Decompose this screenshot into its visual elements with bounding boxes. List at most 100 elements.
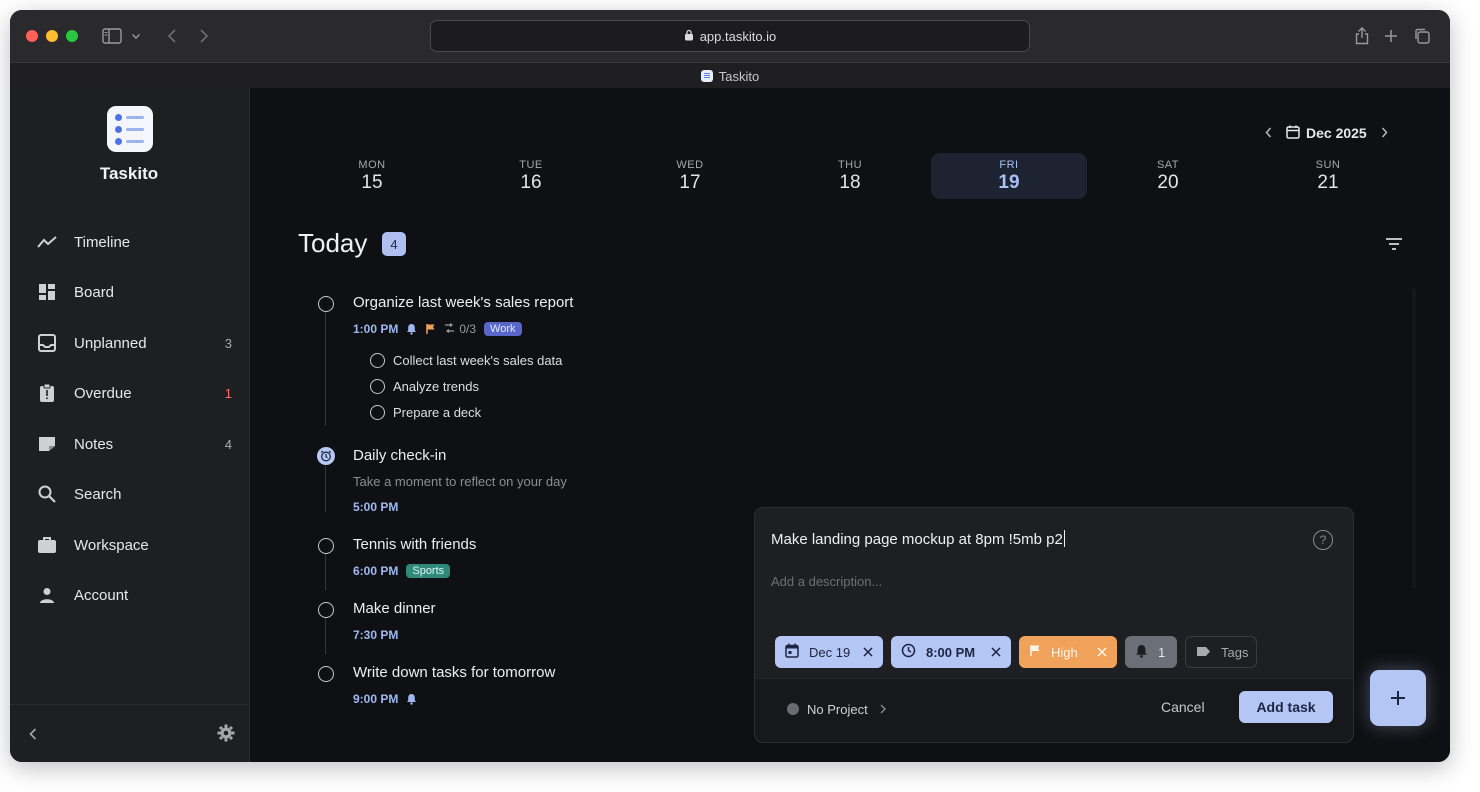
project-selector[interactable]: No Project [787,699,886,719]
reminder-chip[interactable]: 1 [1125,636,1177,668]
day-date: 18 [839,171,861,193]
tag-badge[interactable]: Work [484,322,522,336]
day-mon[interactable]: MON 15 [294,153,450,199]
task-time: 1:00 PM [353,322,399,336]
due-date-chip[interactable]: Dec 19 [775,636,883,668]
browser-window: app.taskito.io Taskito Taskito Timeline … [10,10,1450,762]
sidebar-item-label: Unplanned [74,334,147,352]
scrollbar[interactable] [1412,288,1416,588]
priority-chip[interactable]: High [1019,636,1117,668]
time-chip[interactable]: 8:00 PM [891,636,1011,668]
subtask-title[interactable]: Analyze trends [393,379,479,394]
month-picker[interactable]: Dec 2025 [1286,125,1367,142]
cancel-button[interactable]: Cancel [1161,699,1205,719]
task-connector [325,618,326,654]
sidebar-item-label: Notes [74,435,114,453]
flag-icon [1029,644,1041,660]
task-title[interactable]: Organize last week's sales report [353,294,573,311]
briefcase-icon [36,534,58,556]
zoom-window-button[interactable] [66,30,78,42]
new-tab-icon[interactable] [1379,24,1403,48]
main-panel: Dec 2025 MON 15 TUE 16 WED 17 THU 18 FRI 19 S… [250,88,1450,762]
alarm-clock-icon[interactable] [317,447,335,465]
task-title[interactable]: Tennis with friends [353,536,476,553]
help-icon[interactable]: ? [1313,530,1333,550]
active-tab[interactable]: Taskito [10,63,1450,89]
task-title[interactable]: Make dinner [353,600,436,617]
day-fri-selected[interactable]: FRI 19 [931,153,1087,199]
tab-overview-icon[interactable] [1410,24,1434,48]
day-thu[interactable]: THU 18 [772,153,928,199]
sidebar-item-timeline[interactable]: Timeline [36,224,232,260]
subtask-checkbox[interactable] [370,353,385,368]
sidebar-item-board[interactable]: Board [36,274,232,310]
task-checkbox[interactable] [318,538,334,554]
sidebar-item-label: Overdue [74,384,132,402]
filter-icon[interactable] [1382,232,1406,256]
address-bar[interactable]: app.taskito.io [430,20,1030,52]
new-task-fab-button[interactable] [1370,670,1426,726]
sidebar-item-search[interactable]: Search [36,476,232,512]
share-icon[interactable] [1350,24,1374,48]
close-window-button[interactable] [26,30,38,42]
task-meta: 6:00 PM Sports [353,562,451,580]
subtask-checkbox[interactable] [370,379,385,394]
next-week-icon[interactable] [1377,125,1393,141]
description-input[interactable]: Add a description... [771,574,882,589]
clock-icon [901,643,916,661]
close-icon[interactable] [1097,645,1107,660]
task-title-input[interactable]: Make landing page mockup at 8pm !5mb p2 [771,530,1065,548]
sidebar-item-workspace[interactable]: Workspace [36,527,232,563]
day-date: 19 [998,171,1020,193]
previous-week-icon[interactable] [1260,125,1276,141]
tag-icon [1196,645,1211,660]
subtask-icon [444,322,455,336]
close-icon[interactable] [863,645,873,660]
add-task-button[interactable]: Add task [1239,691,1333,723]
sidebar-item-account[interactable]: Account [36,577,232,613]
task-attribute-chips: Dec 19 8:00 PM High 1 Tags [775,636,1257,668]
forward-arrow-icon[interactable] [192,24,216,48]
day-date: 17 [679,171,701,193]
subtask-title[interactable]: Prepare a deck [393,405,481,420]
search-icon [36,483,58,505]
timeline-icon [36,231,58,253]
task-connector [325,312,326,426]
task-checkbox[interactable] [318,296,334,312]
sidebar-toggle-icon[interactable] [100,24,124,48]
back-arrow-icon[interactable] [160,24,184,48]
gear-icon[interactable] [214,721,238,745]
subtask-title[interactable]: Collect last week's sales data [393,353,562,368]
chevron-down-icon[interactable] [128,24,144,48]
subtask-progress: 0/3 [444,322,476,336]
tab-title: Taskito [718,68,760,84]
sidebar-item-overdue[interactable]: Overdue 1 [36,375,232,411]
sidebar-item-count: 1 [224,385,232,401]
page-title: Today [298,228,368,258]
day-tue[interactable]: TUE 16 [453,153,609,199]
task-time: 9:00 PM [353,692,399,706]
sidebar-item-unplanned[interactable]: Unplanned 3 [36,325,232,361]
day-wed[interactable]: WED 17 [612,153,768,199]
note-icon [36,433,58,455]
day-sat[interactable]: SAT 20 [1090,153,1246,199]
task-checkbox[interactable] [318,666,334,682]
tag-badge[interactable]: Sports [406,564,451,578]
sidebar-footer [10,704,248,762]
close-icon[interactable] [991,645,1001,660]
board-icon [36,281,58,303]
collapse-sidebar-icon[interactable] [22,723,44,745]
day-date: 16 [520,171,542,193]
tags-chip[interactable]: Tags [1185,636,1257,668]
day-sun[interactable]: SUN 21 [1250,153,1406,199]
task-title[interactable]: Daily check-in [353,447,446,464]
minimize-window-button[interactable] [46,30,58,42]
bell-icon [406,323,417,335]
task-checkbox[interactable] [318,602,334,618]
subtask-checkbox[interactable] [370,405,385,420]
composer-footer: No Project Cancel Add task [755,678,1353,742]
bell-icon [406,693,417,705]
task-title[interactable]: Write down tasks for tomorrow [353,664,555,681]
sidebar-item-notes[interactable]: Notes 4 [36,426,232,462]
add-task-composer: Make landing page mockup at 8pm !5mb p2 … [754,507,1354,743]
